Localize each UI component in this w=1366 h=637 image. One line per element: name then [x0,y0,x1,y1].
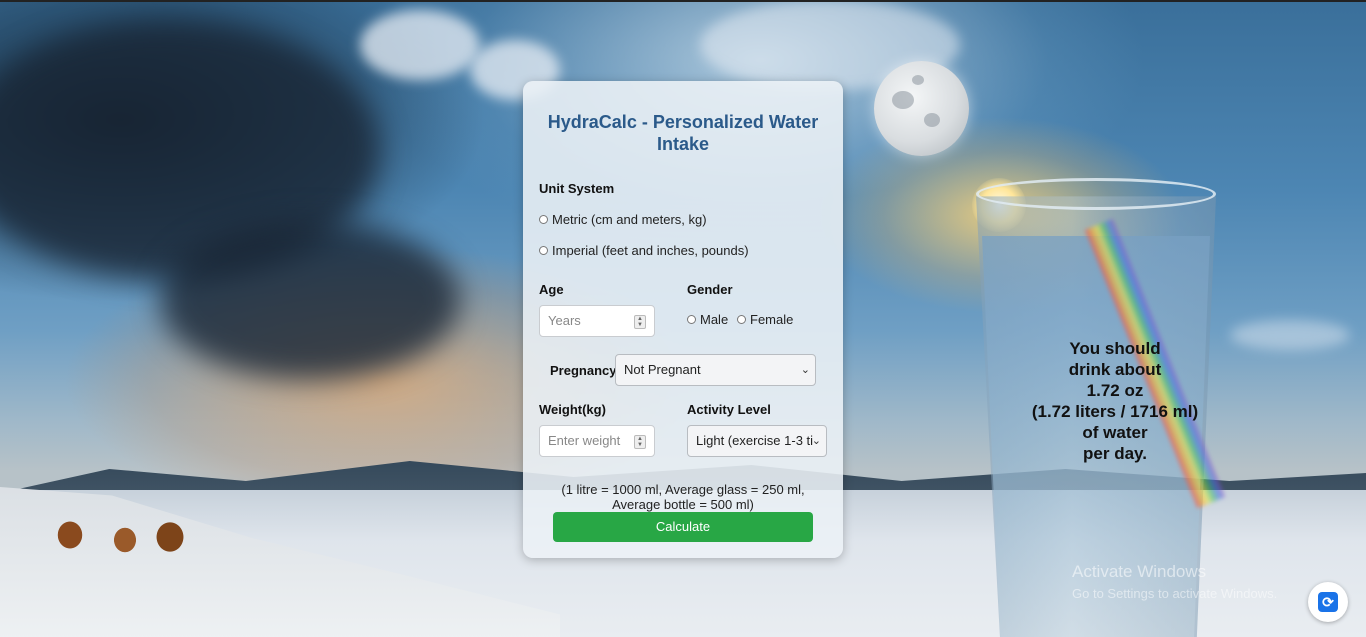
calculator-card: HydraCalc - Personalized Water Intake Un… [523,81,843,558]
result-line: of water [1082,423,1148,442]
pregnancy-value: Not Pregnant [624,362,701,377]
result-line: drink about [1068,360,1162,379]
unit-note: (1 litre = 1000 ml, Average glass = 250 … [561,482,805,512]
gender-option-male[interactable]: Male [687,312,728,327]
glass-rim [976,178,1216,210]
radio-icon[interactable] [687,315,696,324]
weight-input[interactable]: Enter weight ▲ ▼ [539,425,655,457]
unit-option-label: Imperial (feet and inches, pounds) [552,243,749,258]
cloud [360,10,480,80]
weight-label: Weight(kg) [539,402,606,417]
gender-option-label: Female [750,312,794,327]
refresh-button[interactable]: ⟳ [1308,582,1348,622]
page-title: HydraCalc - Personalized Water Intake [547,112,819,154]
activity-value: Light (exercise 1-3 ti [696,433,814,448]
age-input[interactable]: Years ▲ ▼ [539,305,655,337]
water-result: You should drink about 1.72 oz (1.72 lit… [1020,338,1210,464]
unit-option-label: Metric (cm and meters, kg) [552,212,707,227]
result-line: You should [1069,339,1161,358]
pregnancy-select[interactable]: Not Pregnant ⌄ [615,354,816,386]
chevron-down-icon: ⌄ [800,364,810,376]
unit-option-imperial[interactable]: Imperial (feet and inches, pounds) [539,243,749,258]
activity-level-label: Activity Level [687,402,771,417]
activate-windows-subtitle: Go to Settings to activate Windows. [1072,586,1278,601]
refresh-icon: ⟳ [1318,592,1338,612]
radio-icon[interactable] [539,215,548,224]
result-line: 1.72 oz [1086,381,1144,400]
shrubs [30,505,210,555]
weight-placeholder: Enter weight [548,433,621,448]
radio-icon[interactable] [539,246,548,255]
gender-option-label: Male [700,312,729,327]
calculate-button[interactable]: Calculate [553,512,813,542]
spinner-icon[interactable]: ▲ ▼ [634,315,646,329]
unit-system-label: Unit System [539,181,615,196]
result-line: (1.72 liters / 1716 ml) [1031,402,1199,421]
pregnancy-label: Pregnancy [550,363,617,378]
unit-option-metric[interactable]: Metric (cm and meters, kg) [539,212,707,227]
gender-option-female[interactable]: Female [737,312,793,327]
top-border [0,0,1366,2]
activity-level-select[interactable]: Light (exercise 1-3 ti ⌄ [687,425,827,457]
radio-icon[interactable] [737,315,746,324]
age-placeholder: Years [548,313,581,328]
age-label: Age [539,282,564,297]
gender-label: Gender [687,282,733,297]
activate-windows-title: Activate Windows [1072,562,1207,581]
moon [874,61,969,156]
chevron-down-icon: ⌄ [811,435,821,447]
spinner-icon[interactable]: ▲ ▼ [634,435,646,449]
result-line: per day. [1083,444,1147,463]
cloud [1230,320,1350,350]
storm-cloud [160,220,460,380]
